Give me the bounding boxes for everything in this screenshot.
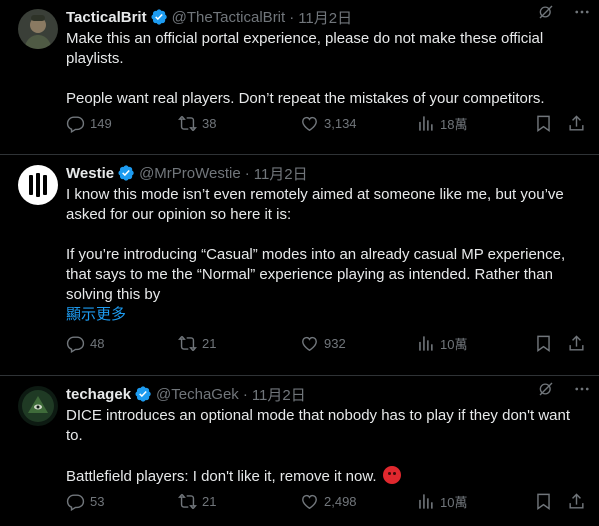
share-icon[interactable]	[567, 114, 586, 133]
avatar[interactable]	[18, 386, 58, 426]
like-button[interactable]: 932	[300, 334, 346, 353]
tweet-line: If you’re introducing “Casual” modes int…	[66, 246, 566, 303]
reply-button[interactable]: 53	[66, 492, 104, 511]
tweet-line: I know this mode isn’t even remotely aim…	[66, 186, 564, 223]
tweet-text: I know this mode isn’t even remotely aim…	[66, 185, 587, 305]
repost-icon	[178, 114, 197, 133]
tweet-header-actions	[537, 380, 591, 398]
views-count: 18萬	[440, 116, 468, 132]
tweet-text: DICE introduces an optional mode that no…	[66, 406, 587, 487]
tweet-line	[66, 446, 587, 466]
tweet[interactable]: techagek @TechaGek · 11月2日 DICE introduc…	[0, 377, 599, 526]
avatar[interactable]	[18, 9, 58, 49]
repost-button[interactable]: 21	[178, 492, 216, 511]
bookmark-icon[interactable]	[534, 492, 553, 511]
like-icon	[300, 114, 319, 133]
reply-icon	[66, 114, 85, 133]
show-more-link[interactable]: 顯示更多	[66, 305, 587, 325]
separator-dot: ·	[242, 385, 248, 403]
separator-dot: ·	[289, 8, 295, 26]
display-name[interactable]: TacticalBrit	[66, 9, 147, 26]
views-button[interactable]: 18萬	[416, 114, 467, 133]
views-button[interactable]: 10萬	[416, 334, 467, 353]
views-icon	[416, 114, 435, 133]
handle[interactable]: @MrProWestie	[139, 165, 241, 182]
tweet-line	[66, 69, 587, 89]
tweet[interactable]: TacticalBrit @TheTacticalBrit · 11月2日 Ma…	[0, 0, 599, 155]
like-icon	[300, 334, 319, 353]
tweet-line: People want real players. Don’t repeat t…	[66, 90, 545, 107]
views-button[interactable]: 10萬	[416, 492, 467, 511]
share-icon[interactable]	[567, 492, 586, 511]
bookmark-icon[interactable]	[534, 114, 553, 133]
more-icon[interactable]	[573, 3, 591, 21]
like-button[interactable]: 3,134	[300, 114, 357, 133]
tweet-line: Battlefield players: I don't like it, re…	[66, 468, 377, 485]
views-icon	[416, 492, 435, 511]
verified-icon	[117, 164, 135, 182]
timestamp[interactable]: 11月2日	[298, 7, 352, 28]
bookmark-icon[interactable]	[534, 334, 553, 353]
grok-icon[interactable]	[537, 3, 555, 21]
tweet-header-actions	[537, 3, 591, 21]
reply-count: 48	[90, 335, 105, 351]
repost-icon	[178, 334, 197, 353]
reply-button[interactable]: 48	[66, 334, 104, 353]
tweet-text: Make this an official portal experience,…	[66, 29, 587, 109]
display-name[interactable]: Westie	[66, 165, 114, 182]
like-icon	[300, 492, 319, 511]
share-icon[interactable]	[567, 334, 586, 353]
grok-icon[interactable]	[537, 380, 555, 398]
verified-icon	[134, 385, 152, 403]
reply-count: 149	[90, 115, 112, 131]
like-count: 2,498	[324, 493, 357, 509]
like-count: 932	[324, 335, 346, 351]
tweet[interactable]: Westie @MrProWestie · 11月2日 I know this …	[0, 156, 599, 376]
display-name[interactable]: techagek	[66, 386, 131, 403]
angry-emoji-icon	[382, 466, 401, 484]
repost-count: 38	[202, 115, 217, 131]
repost-count: 21	[202, 335, 217, 351]
like-count: 3,134	[324, 115, 357, 131]
views-icon	[416, 334, 435, 353]
views-count: 10萬	[440, 494, 468, 510]
reply-icon	[66, 492, 85, 511]
tweet-line	[66, 225, 587, 245]
reply-icon	[66, 334, 85, 353]
handle[interactable]: @TechaGek	[156, 386, 239, 403]
more-icon[interactable]	[573, 380, 591, 398]
tweet-header: TacticalBrit @TheTacticalBrit · 11月2日	[66, 6, 587, 28]
repost-button[interactable]: 38	[178, 114, 216, 133]
verified-icon	[150, 8, 168, 26]
avatar[interactable]	[18, 165, 58, 205]
repost-count: 21	[202, 493, 217, 509]
tweet-header: techagek @TechaGek · 11月2日	[66, 383, 587, 405]
tweet-line: Make this an official portal experience,…	[66, 30, 544, 67]
views-count: 10萬	[440, 336, 468, 352]
tweet-line: DICE introduces an optional mode that no…	[66, 407, 571, 444]
reply-count: 53	[90, 493, 105, 509]
like-button[interactable]: 2,498	[300, 492, 357, 511]
timestamp[interactable]: 11月2日	[252, 384, 306, 405]
repost-icon	[178, 492, 197, 511]
repost-button[interactable]: 21	[178, 334, 216, 353]
handle[interactable]: @TheTacticalBrit	[172, 9, 286, 26]
reply-button[interactable]: 149	[66, 114, 112, 133]
separator-dot: ·	[244, 164, 250, 182]
tweet-header: Westie @MrProWestie · 11月2日	[66, 162, 587, 184]
timestamp[interactable]: 11月2日	[254, 163, 308, 184]
